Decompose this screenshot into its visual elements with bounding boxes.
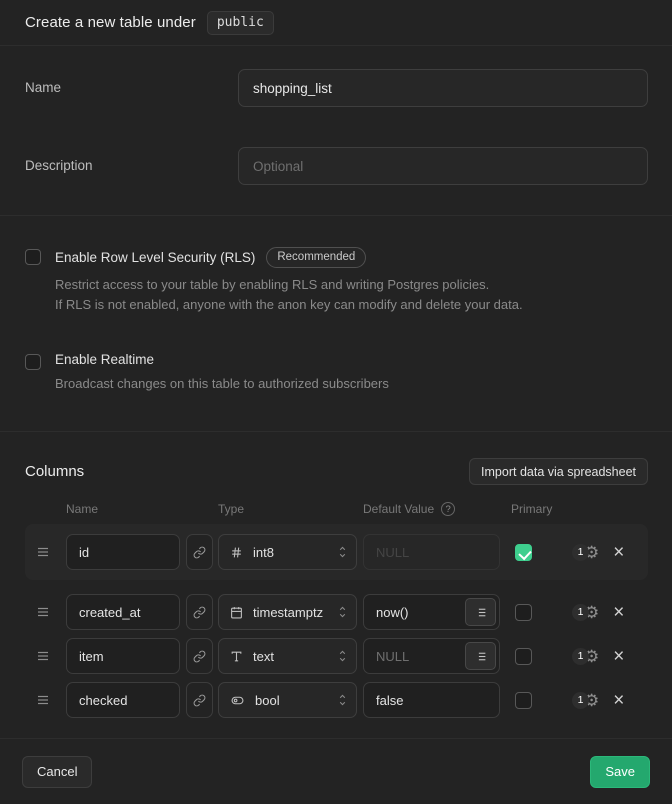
chevron-updown-icon: [337, 693, 348, 707]
save-button[interactable]: Save: [590, 756, 650, 788]
boolean-icon: [230, 694, 245, 707]
column-type-select[interactable]: int8: [218, 534, 357, 570]
rls-label: Enable Row Level Security (RLS): [55, 250, 255, 265]
columns-title: Columns: [25, 463, 84, 480]
column-row-checked: bool 1 ⚙ ×: [25, 682, 648, 718]
chevron-updown-icon: [337, 605, 348, 619]
column-name-input[interactable]: [66, 534, 180, 570]
column-type-select[interactable]: text: [218, 638, 357, 674]
header-primary: Primary: [511, 502, 552, 516]
default-value-list-icon[interactable]: [465, 642, 496, 670]
cancel-button[interactable]: Cancel: [22, 756, 92, 788]
column-row-item: text 1 ⚙ ×: [25, 638, 648, 674]
modal-footer: Cancel Save: [0, 738, 672, 804]
delete-column-icon[interactable]: ×: [613, 691, 624, 710]
drag-handle-icon[interactable]: [36, 650, 50, 662]
column-name-input[interactable]: [66, 594, 180, 630]
chevron-updown-icon: [337, 545, 348, 559]
description-field-row: Description: [25, 147, 648, 185]
table-details-section: Name Description: [0, 46, 672, 216]
column-row-id: int8 1 ⚙ ×: [25, 524, 648, 580]
realtime-label: Enable Realtime: [55, 352, 154, 367]
name-label: Name: [25, 69, 238, 107]
column-rows: int8 1 ⚙ ×: [25, 524, 648, 718]
column-type-select[interactable]: bool: [218, 682, 357, 718]
settings-count-badge: 1: [572, 544, 589, 561]
columns-section: Columns Import data via spreadsheet Name…: [0, 432, 672, 738]
realtime-checkbox[interactable]: [25, 354, 41, 370]
column-default-input[interactable]: [363, 682, 500, 718]
foreign-key-link-icon[interactable]: [186, 638, 213, 674]
delete-column-icon[interactable]: ×: [613, 647, 624, 666]
name-field-row: Name: [25, 69, 648, 107]
column-settings-button[interactable]: 1 ⚙: [572, 604, 599, 621]
column-headers: Name Type Default Value ? Primary: [25, 502, 648, 516]
recommended-badge: Recommended: [266, 247, 366, 268]
schema-badge: public: [207, 11, 274, 35]
primary-key-checkbox[interactable]: [515, 604, 532, 621]
help-icon[interactable]: ?: [441, 502, 455, 516]
column-type-value: text: [253, 649, 327, 664]
header-type: Type: [218, 502, 363, 516]
page-title: Create a new table under: [25, 14, 196, 31]
column-settings-button[interactable]: 1 ⚙: [572, 544, 599, 561]
table-name-input[interactable]: [238, 69, 648, 107]
foreign-key-link-icon[interactable]: [186, 534, 213, 570]
rls-description: Restrict access to your table by enablin…: [55, 275, 523, 315]
column-default-input: [363, 534, 500, 570]
drag-handle-icon[interactable]: [36, 606, 50, 618]
modal-header: Create a new table under public: [0, 0, 672, 46]
realtime-toggle-block: Enable Realtime Broadcast changes on thi…: [25, 352, 647, 394]
column-row-created-at: timestamptz 1 ⚙ ×: [25, 594, 648, 630]
import-spreadsheet-button[interactable]: Import data via spreadsheet: [469, 458, 648, 485]
default-value-list-icon[interactable]: [465, 598, 496, 626]
column-settings-button[interactable]: 1 ⚙: [572, 692, 599, 709]
settings-count-badge: 1: [572, 648, 589, 665]
delete-column-icon[interactable]: ×: [613, 603, 624, 622]
table-description-input[interactable]: [238, 147, 648, 185]
drag-handle-icon[interactable]: [36, 694, 50, 706]
primary-key-checkbox[interactable]: [515, 544, 532, 561]
column-name-input[interactable]: [66, 682, 180, 718]
column-settings-button[interactable]: 1 ⚙: [572, 648, 599, 665]
calendar-icon: [230, 606, 243, 619]
table-options-section: Enable Row Level Security (RLS) Recommen…: [0, 216, 672, 432]
primary-key-checkbox[interactable]: [515, 692, 532, 709]
delete-column-icon[interactable]: ×: [613, 543, 624, 562]
foreign-key-link-icon[interactable]: [186, 682, 213, 718]
rls-toggle-block: Enable Row Level Security (RLS) Recommen…: [25, 247, 647, 315]
hash-icon: [230, 546, 243, 559]
primary-key-checkbox[interactable]: [515, 648, 532, 665]
settings-count-badge: 1: [572, 604, 589, 621]
text-type-icon: [230, 650, 243, 663]
column-type-value: timestamptz: [253, 605, 327, 620]
rls-checkbox[interactable]: [25, 249, 41, 265]
chevron-updown-icon: [337, 649, 348, 663]
header-default-value: Default Value ?: [363, 502, 511, 516]
drag-handle-icon[interactable]: [36, 546, 50, 558]
description-label: Description: [25, 147, 238, 185]
column-type-value: int8: [253, 545, 327, 560]
realtime-description: Broadcast changes on this table to autho…: [55, 374, 389, 394]
foreign-key-link-icon[interactable]: [186, 594, 213, 630]
settings-count-badge: 1: [572, 692, 589, 709]
column-type-value: bool: [255, 693, 327, 708]
column-name-input[interactable]: [66, 638, 180, 674]
header-name: Name: [66, 502, 218, 516]
column-type-select[interactable]: timestamptz: [218, 594, 357, 630]
